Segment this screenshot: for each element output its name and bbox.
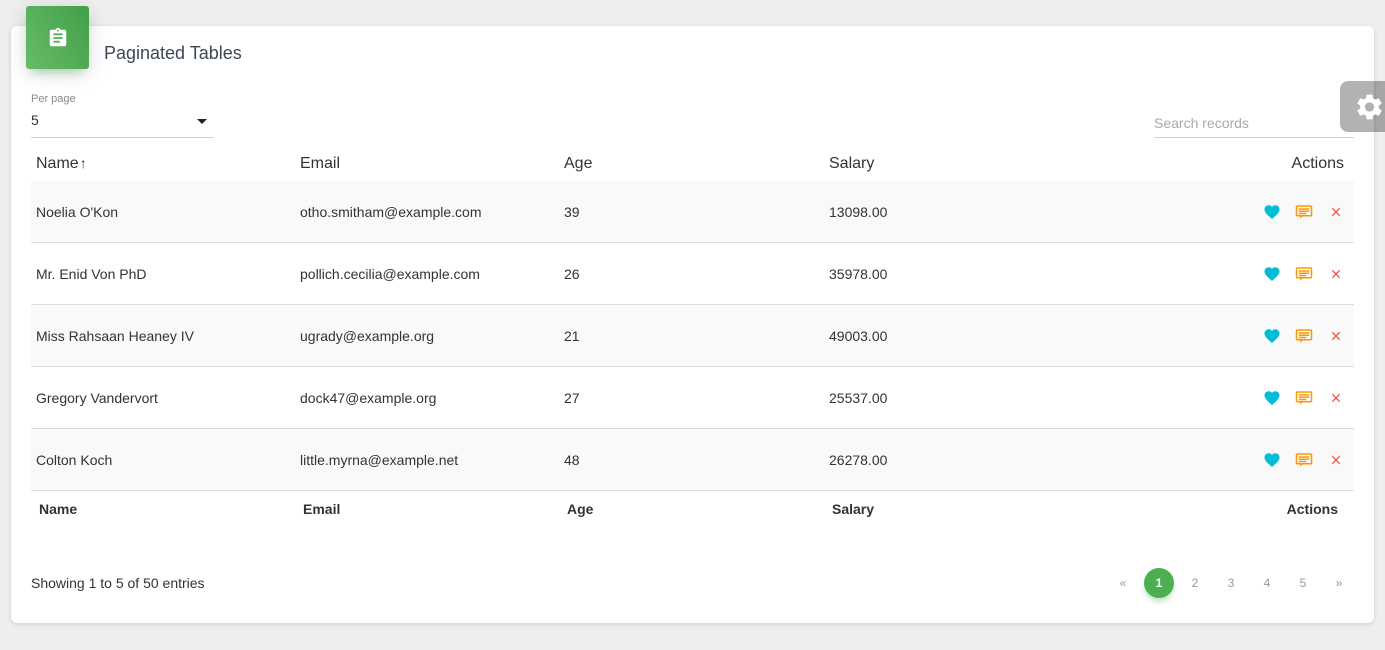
page-4-button[interactable]: 4 [1252, 568, 1282, 598]
page-3-button[interactable]: 3 [1216, 568, 1246, 598]
cell-actions [1089, 304, 1354, 367]
delete-button[interactable] [1326, 202, 1346, 222]
column-header-salary[interactable]: Salary [824, 146, 1089, 181]
search-input[interactable] [1154, 109, 1354, 138]
per-page-value[interactable]: 5 [31, 112, 39, 128]
delete-button[interactable] [1326, 450, 1346, 470]
comment-icon [1295, 266, 1313, 281]
per-page-label: Per page [31, 93, 76, 105]
cell-email: ugrady@example.org [295, 304, 559, 367]
edit-button[interactable] [1294, 450, 1314, 470]
column-header-age[interactable]: Age [559, 146, 824, 181]
like-button[interactable] [1262, 264, 1282, 284]
footer-email: Email [303, 501, 341, 517]
gear-icon [1357, 94, 1382, 119]
edit-button[interactable] [1294, 326, 1314, 346]
clipboard-icon [49, 27, 66, 46]
close-icon [1331, 331, 1341, 340]
cell-salary: 49003.00 [824, 304, 1089, 367]
like-button[interactable] [1262, 388, 1282, 408]
like-button[interactable] [1262, 202, 1282, 222]
close-icon [1331, 393, 1341, 402]
cell-email: dock47@example.org [295, 366, 559, 429]
like-button[interactable] [1262, 450, 1282, 470]
heart-icon [1264, 266, 1280, 281]
cell-actions [1089, 181, 1354, 243]
per-page-select[interactable]: Per page 5 [31, 93, 214, 138]
close-icon [1331, 455, 1341, 464]
page-1-button[interactable]: 1 [1144, 568, 1174, 598]
comment-icon [1295, 390, 1313, 405]
cell-age: 27 [559, 366, 824, 429]
heart-icon [1264, 204, 1280, 219]
edit-button[interactable] [1294, 202, 1314, 222]
column-header-name[interactable]: Name↑ [31, 146, 295, 181]
card-header-icon [26, 6, 89, 69]
cell-salary: 25537.00 [824, 366, 1089, 429]
table-row: Mr. Enid Von PhD pollich.cecilia@example.… [31, 242, 1354, 305]
entries-info: Showing 1 to 5 of 50 entries [31, 575, 205, 591]
table-header-row: Name↑ Email Age Salary Actions [31, 146, 1354, 181]
card-title: Paginated Tables [104, 43, 242, 63]
cell-age: 26 [559, 242, 824, 305]
cell-salary: 35978.00 [824, 242, 1089, 305]
cell-actions [1089, 242, 1354, 305]
edit-button[interactable] [1294, 264, 1314, 284]
page-2-button[interactable]: 2 [1180, 568, 1210, 598]
cell-email: little.myrna@example.net [295, 428, 559, 491]
last-page-button[interactable]: » [1324, 568, 1354, 598]
cell-email: otho.smitham@example.com [295, 181, 559, 243]
pagination: « 1 2 3 4 5 » [1105, 568, 1357, 598]
like-button[interactable] [1262, 326, 1282, 346]
footer-name: Name [39, 501, 78, 517]
column-header-email[interactable]: Email [295, 146, 559, 181]
first-page-button[interactable]: « [1108, 568, 1138, 598]
caret-down-icon[interactable] [197, 119, 207, 124]
cell-name: Miss Rahsaan Heaney IV [31, 304, 295, 367]
cell-age: 48 [559, 428, 824, 491]
edit-button[interactable] [1294, 388, 1314, 408]
comment-icon [1295, 328, 1313, 343]
cell-email: pollich.cecilia@example.com [295, 242, 559, 305]
cell-name: Mr. Enid Von PhD [31, 242, 295, 305]
comment-icon [1295, 452, 1313, 467]
table-row: Noelia O'Kon otho.smitham@example.com 39 13… [31, 181, 1354, 243]
footer-actions: Actions [1286, 501, 1338, 517]
cell-name: Colton Koch [31, 428, 295, 491]
heart-icon [1264, 452, 1280, 467]
close-icon [1331, 207, 1341, 216]
column-header-actions: Actions [1291, 154, 1344, 172]
fixed-settings-button[interactable] [1340, 81, 1385, 132]
sort-asc-icon: ↑ [79, 154, 87, 171]
cell-salary: 13098.00 [824, 181, 1089, 243]
cell-age: 21 [559, 304, 824, 367]
table-row: Gregory Vandervort dock47@example.org 27 25… [31, 366, 1354, 429]
table-footer-row: Name Email Age Salary Actions [31, 491, 1354, 528]
cell-age: 39 [559, 181, 824, 243]
cell-name: Gregory Vandervort [31, 366, 295, 429]
heart-icon [1264, 390, 1280, 405]
table-body: Noelia O'Kon otho.smitham@example.com 39 13… [31, 181, 1354, 491]
table-row: Colton Koch little.myrna@example.net 48 262… [31, 428, 1354, 491]
paginated-tables-card: Paginated Tables Per page 5 Name↑ Email … [11, 6, 1374, 623]
delete-button[interactable] [1326, 326, 1346, 346]
table-row: Miss Rahsaan Heaney IV ugrady@example.org… [31, 304, 1354, 367]
footer-age: Age [567, 501, 594, 517]
delete-button[interactable] [1326, 388, 1346, 408]
records-table: Name↑ Email Age Salary Actions Noelia O'… [31, 146, 1354, 527]
page-5-button[interactable]: 5 [1288, 568, 1318, 598]
footer-salary: Salary [832, 501, 875, 517]
cell-actions [1089, 366, 1354, 429]
delete-button[interactable] [1326, 264, 1346, 284]
cell-actions [1089, 428, 1354, 491]
cell-salary: 26278.00 [824, 428, 1089, 491]
column-header-name-label: Name [36, 154, 79, 172]
heart-icon [1264, 328, 1280, 343]
close-icon [1331, 269, 1341, 278]
cell-name: Noelia O'Kon [31, 181, 295, 243]
comment-icon [1295, 204, 1313, 219]
